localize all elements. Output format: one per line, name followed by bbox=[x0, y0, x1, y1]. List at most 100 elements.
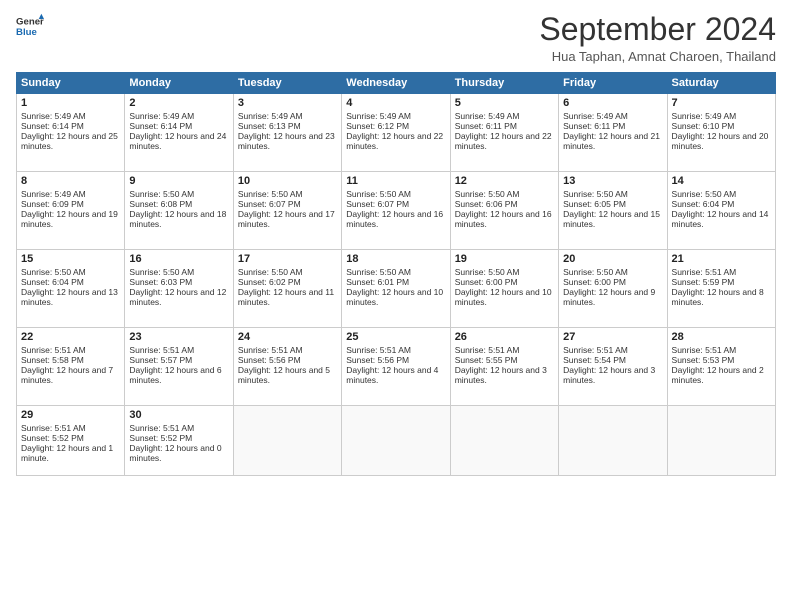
sunrise-label: Sunrise: 5:50 AM bbox=[346, 267, 411, 277]
sunrise-label: Sunrise: 5:50 AM bbox=[563, 267, 628, 277]
day-cell: 25Sunrise: 5:51 AMSunset: 5:56 PMDayligh… bbox=[342, 328, 450, 406]
sunrise-label: Sunrise: 5:50 AM bbox=[455, 189, 520, 199]
day-cell: 16 Sunrise: 5:50 AMSunset: 6:03 PMDayligh… bbox=[125, 250, 233, 328]
day-number: 2 bbox=[129, 97, 228, 109]
day-cell bbox=[667, 406, 775, 476]
day-cell: 2Sunrise: 5:49 AMSunset: 6:14 PMDaylight… bbox=[125, 94, 233, 172]
week-row-4: 22 Sunrise: 5:51 AM Sunset: 5:58 PM Dayligh… bbox=[17, 328, 776, 406]
sunset-label: Sunset: 6:06 PM bbox=[455, 199, 518, 209]
day-number: 24 bbox=[238, 331, 337, 343]
col-header-tuesday: Tuesday bbox=[233, 73, 341, 94]
week-row-1: 1 Sunrise: 5:49 AM Sunset: 6:14 PM Daylight… bbox=[17, 94, 776, 172]
day-cell: 4 Sunrise: 5:49 AMSunset: 6:12 PMDaylight… bbox=[342, 94, 450, 172]
sunrise-label: Sunrise: 5:49 AM bbox=[672, 111, 737, 121]
day-number: 20 bbox=[563, 253, 662, 265]
sunset-label: Sunset: 5:57 PM bbox=[129, 355, 192, 365]
daylight-label: Daylight: 12 hours and 21 minutes. bbox=[563, 131, 660, 151]
day-cell: 24Sunrise: 5:51 AMSunset: 5:56 PMDayligh… bbox=[233, 328, 341, 406]
daylight-label: Daylight: 12 hours and 18 minutes. bbox=[129, 209, 226, 229]
sunrise-label: Sunrise: 5:51 AM bbox=[238, 345, 303, 355]
sunset-label: Sunset: 6:03 PM bbox=[129, 277, 192, 287]
daylight-label: Daylight: 12 hours and 22 minutes. bbox=[455, 131, 552, 151]
daylight-label: Daylight: 12 hours and 6 minutes. bbox=[129, 365, 221, 385]
sunset-label: Sunset: 6:02 PM bbox=[238, 277, 301, 287]
daylight-label: Daylight: 12 hours and 12 minutes. bbox=[129, 287, 226, 307]
day-cell: 27Sunrise: 5:51 AMSunset: 5:54 PMDayligh… bbox=[559, 328, 667, 406]
logo: General Blue bbox=[16, 12, 44, 40]
day-number: 9 bbox=[129, 175, 228, 187]
sunset-label: Sunset: 6:08 PM bbox=[129, 199, 192, 209]
sunset-label: Sunset: 6:12 PM bbox=[346, 121, 409, 131]
daylight-label: Daylight: 12 hours and 23 minutes. bbox=[238, 131, 335, 151]
sunset-label: Sunset: 6:04 PM bbox=[672, 199, 735, 209]
week-row-3: 15 Sunrise: 5:50 AM Sunset: 6:04 PM Dayligh… bbox=[17, 250, 776, 328]
day-number: 1 bbox=[21, 97, 120, 109]
sunrise-label: Sunrise: 5:50 AM bbox=[346, 189, 411, 199]
sunrise-label: Sunrise: 5:51 AM bbox=[672, 345, 737, 355]
day-cell: 30Sunrise: 5:51 AMSunset: 5:52 PMDayligh… bbox=[125, 406, 233, 476]
day-number: 10 bbox=[238, 175, 337, 187]
calendar-page: General Blue September 2024 Hua Taphan, … bbox=[0, 0, 792, 612]
daylight-label: Daylight: 12 hours and 8 minutes. bbox=[672, 287, 764, 307]
day-number: 17 bbox=[238, 253, 337, 265]
day-number: 14 bbox=[672, 175, 771, 187]
sunset-label: Sunset: 6:04 PM bbox=[21, 277, 84, 287]
day-cell: 15Sunrise: 5:50 AMSunset: 6:04 PMDayligh… bbox=[17, 250, 125, 328]
day-cell: 3Sunrise: 5:49 AMSunset: 6:13 PMDaylight… bbox=[233, 94, 341, 172]
sunrise-label: Sunrise: 5:51 AM bbox=[455, 345, 520, 355]
sunrise-label: Sunrise: 5:51 AM bbox=[129, 423, 194, 433]
day-cell: 14Sunrise: 5:50 AMSunset: 6:04 PMDayligh… bbox=[667, 172, 775, 250]
logo-icon: General Blue bbox=[16, 12, 44, 40]
sunrise-label: Sunrise: 5:49 AM bbox=[129, 111, 194, 121]
day-cell: 28Sunrise: 5:51 AMSunset: 5:53 PMDayligh… bbox=[667, 328, 775, 406]
daylight-label: Daylight: 12 hours and 3 minutes. bbox=[455, 365, 547, 385]
day-number: 25 bbox=[346, 331, 445, 343]
day-number: 18 bbox=[346, 253, 445, 265]
sunrise-label: Sunrise: 5:51 AM bbox=[563, 345, 628, 355]
sunrise-label: Sunrise: 5:50 AM bbox=[563, 189, 628, 199]
day-number: 16 bbox=[129, 253, 228, 265]
daylight-label: Daylight: 12 hours and 15 minutes. bbox=[563, 209, 660, 229]
daylight-label: Daylight: 12 hours and 3 minutes. bbox=[563, 365, 655, 385]
sunset-label: Sunset: 6:14 PM bbox=[21, 121, 84, 131]
daylight-label: Daylight: 12 hours and 10 minutes. bbox=[455, 287, 552, 307]
sunrise-label: Sunrise: 5:51 AM bbox=[21, 423, 86, 433]
daylight-label: Daylight: 12 hours and 16 minutes. bbox=[346, 209, 443, 229]
sunset-label: Sunset: 6:09 PM bbox=[21, 199, 84, 209]
day-cell: 13Sunrise: 5:50 AMSunset: 6:05 PMDayligh… bbox=[559, 172, 667, 250]
day-cell: 11Sunrise: 5:50 AMSunset: 6:07 PMDayligh… bbox=[342, 172, 450, 250]
day-number: 29 bbox=[21, 409, 120, 421]
day-number: 8 bbox=[21, 175, 120, 187]
day-number: 6 bbox=[563, 97, 662, 109]
day-number: 4 bbox=[346, 97, 445, 109]
day-cell: 22Sunrise: 5:51 AMSunset: 5:58 PMDayligh… bbox=[17, 328, 125, 406]
sunset-label: Sunset: 5:56 PM bbox=[238, 355, 301, 365]
sunrise-label: Sunrise: 5:51 AM bbox=[129, 345, 194, 355]
daylight-label: Daylight: 12 hours and 4 minutes. bbox=[346, 365, 438, 385]
sunrise-label: Sunrise: 5:49 AM bbox=[238, 111, 303, 121]
daylight-label: Daylight: 12 hours and 24 minutes. bbox=[129, 131, 226, 151]
sunset-label: Sunset: 5:53 PM bbox=[672, 355, 735, 365]
sunset-label: Sunset: 6:07 PM bbox=[238, 199, 301, 209]
day-number: 22 bbox=[21, 331, 120, 343]
sunrise-label: Sunrise: 5:51 AM bbox=[672, 267, 737, 277]
sunset-label: Sunset: 6:10 PM bbox=[672, 121, 735, 131]
header-row: SundayMondayTuesdayWednesdayThursdayFrid… bbox=[17, 73, 776, 94]
col-header-friday: Friday bbox=[559, 73, 667, 94]
sunrise-label: Sunrise: 5:50 AM bbox=[129, 267, 194, 277]
day-number: 27 bbox=[563, 331, 662, 343]
day-number: 15 bbox=[21, 253, 120, 265]
header: General Blue September 2024 Hua Taphan, … bbox=[16, 12, 776, 64]
sunset-label: Sunset: 5:58 PM bbox=[21, 355, 84, 365]
day-number: 23 bbox=[129, 331, 228, 343]
day-cell: 20Sunrise: 5:50 AMSunset: 6:00 PMDayligh… bbox=[559, 250, 667, 328]
day-cell: 23 Sunrise: 5:51 AMSunset: 5:57 PMDayligh… bbox=[125, 328, 233, 406]
sunrise-label: Sunrise: 5:49 AM bbox=[563, 111, 628, 121]
sunset-label: Sunset: 6:13 PM bbox=[238, 121, 301, 131]
day-number: 5 bbox=[455, 97, 554, 109]
day-cell bbox=[559, 406, 667, 476]
sunrise-label: Sunrise: 5:49 AM bbox=[346, 111, 411, 121]
daylight-label: Daylight: 12 hours and 22 minutes. bbox=[346, 131, 443, 151]
sunset-label: Sunset: 5:52 PM bbox=[21, 433, 84, 443]
sunset-label: Sunset: 6:11 PM bbox=[455, 121, 517, 131]
